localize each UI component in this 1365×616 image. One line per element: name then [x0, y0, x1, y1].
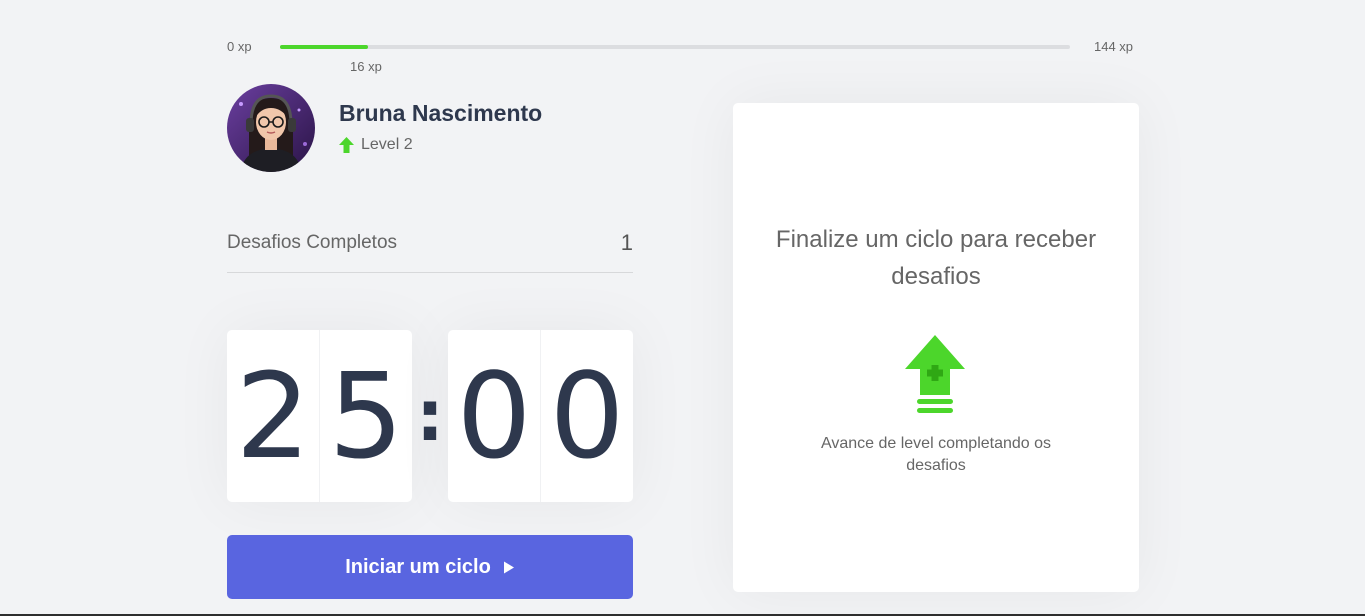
completed-challenges-count: 1	[620, 230, 633, 255]
minute-tens-digit: 2	[227, 330, 320, 502]
profile-level: Level 2	[339, 136, 413, 154]
play-icon	[503, 561, 514, 573]
completed-challenges-label: Desafios Completos	[227, 232, 398, 253]
xp-current-label: 16 xp	[350, 59, 382, 74]
avatar-icon	[227, 84, 315, 172]
challenge-box-title: Finalize um ciclo para receber desafios	[775, 226, 1097, 290]
profile-level-label: Level 2	[361, 136, 413, 153]
xp-start-label: 0 xp	[227, 39, 252, 54]
level-up-icon	[905, 335, 965, 413]
level-up-arrow-icon	[339, 137, 354, 153]
start-cycle-button[interactable]: Iniciar um ciclo	[227, 535, 633, 599]
challenge-box-description: Avance de level completando os desafios	[820, 435, 1052, 474]
xp-progress-fill	[280, 45, 368, 49]
start-cycle-label: Iniciar um ciclo	[345, 555, 491, 578]
countdown-separator: :	[416, 375, 444, 457]
completed-challenges: Desafios Completos 1	[227, 226, 633, 273]
countdown-timer: 2 5 : 0 0	[227, 330, 633, 502]
second-ones-digit: 0	[549, 347, 625, 485]
profile-name: Bruna Nascimento	[339, 100, 543, 126]
xp-end-label: 144 xp	[1094, 39, 1134, 54]
minute-ones-digit: 5	[328, 347, 404, 485]
seconds-panel: 0 0	[448, 330, 633, 502]
avatar	[227, 84, 315, 172]
challenge-box: Finalize um ciclo para receber desafios …	[733, 103, 1139, 592]
minutes-panel: 2 5	[227, 330, 412, 502]
xp-progress-bar	[280, 45, 1070, 49]
second-tens-digit: 0	[448, 330, 541, 502]
